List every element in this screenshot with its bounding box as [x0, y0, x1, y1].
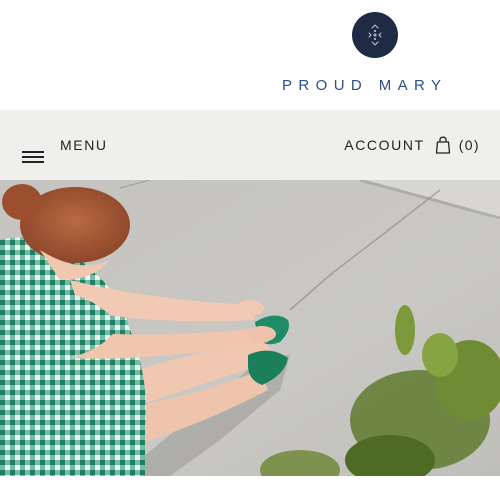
logo-mark-icon — [368, 24, 382, 46]
brand-header: PROUD MARY — [0, 0, 500, 110]
account-link[interactable]: ACCOUNT — [344, 137, 424, 153]
account-cart-group: ACCOUNT (0) — [344, 136, 480, 154]
top-navigation-bar: MENU ACCOUNT (0) — [0, 110, 500, 180]
proud-mary-logo-icon[interactable] — [352, 12, 398, 58]
cart-count[interactable]: (0) — [459, 137, 480, 153]
shopping-bag-icon[interactable] — [435, 136, 451, 154]
page-bottom-spacer — [0, 476, 500, 500]
hero-image[interactable] — [0, 180, 500, 476]
brand-wordmark[interactable]: PROUD MARY — [282, 77, 447, 94]
hero-photo — [0, 180, 500, 476]
menu-label[interactable]: MENU — [60, 137, 108, 153]
hamburger-icon[interactable] — [22, 151, 44, 163]
